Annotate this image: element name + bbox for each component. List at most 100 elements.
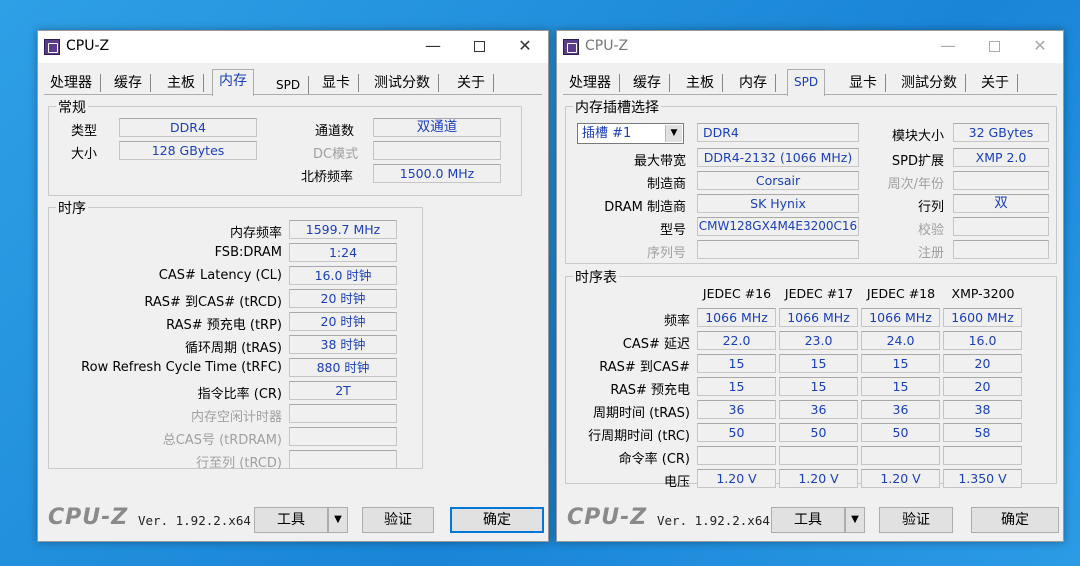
timing-cell: 23.0 (779, 331, 858, 350)
manufacturer-value: Corsair (697, 171, 859, 190)
tab-cpu[interactable]: 处理器 (44, 72, 101, 94)
timing-label: CAS# Latency (CL) (158, 268, 282, 283)
close-icon[interactable]: ✕ (1017, 31, 1063, 63)
tab-about[interactable]: 关于 (451, 72, 494, 94)
timing-cell: 20 (943, 354, 1022, 373)
cpuz-window-spd: CPU-Z — ✕ 处理器 缓存 主板 内存 SPD 显卡 测試分数 关于 内存… (556, 30, 1064, 542)
cpu-z-app-icon (44, 39, 60, 55)
serial-value (697, 240, 859, 259)
timing-cell: 1.350 V (943, 469, 1022, 488)
tab-bench[interactable]: 测试分数 (368, 72, 439, 94)
timing-cell: 1066 MHz (861, 308, 940, 327)
timing-cell (779, 446, 858, 465)
serial-label: 序列号 (646, 246, 686, 261)
timing-table-group: 时序表 JEDEC #16 JEDEC #17 JEDEC #18 XMP-3200 频… (565, 267, 1057, 490)
title-bar[interactable]: CPU-Z — ✕ (557, 31, 1063, 63)
timing-row-label: 周期时间 (tRAS) (592, 406, 690, 421)
general-group-title: 常规 (56, 97, 88, 117)
tools-button[interactable]: 工具 (771, 507, 845, 533)
bandwidth-label: 最大带宽 (633, 154, 686, 169)
maximize-icon[interactable] (456, 31, 502, 63)
timing-cell: 50 (779, 423, 858, 442)
version-text: Ver. 1.92.2.x64 (657, 513, 770, 528)
tab-about[interactable]: 关于 (975, 72, 1018, 94)
validate-button[interactable]: 验证 (362, 507, 434, 533)
timings-group: 时序 内存频率 1599.7 MHz FSB:DRAM 1:24 CAS# Latenc… (48, 198, 423, 471)
timing-row-label: 行周期时间 (tRC) (588, 429, 690, 444)
chevron-down-icon[interactable]: ▼ (845, 507, 865, 533)
week-year-value (953, 171, 1049, 190)
tab-bar: 处理器 缓存 主板 内存 SPD 显卡 测试分数 关于 (44, 69, 542, 96)
tab-cache[interactable]: 缓存 (627, 72, 670, 94)
timing-column-header: XMP-3200 (951, 286, 1015, 301)
slot-select[interactable]: 插槽 #1 ▼ (577, 123, 684, 144)
cpu-z-app-icon (563, 39, 579, 55)
chevron-down-icon[interactable]: ▼ (665, 125, 682, 142)
model-value: CMW128GX4M4E3200C16 (697, 217, 859, 236)
minimize-icon[interactable]: — (925, 31, 971, 63)
rank-value: 双 (953, 194, 1049, 213)
timing-row-label: 频率 (663, 314, 690, 329)
mem-type-value: DDR4 (697, 123, 859, 142)
timing-cell: 20 (943, 377, 1022, 396)
timing-value: 880 时钟 (289, 358, 397, 377)
timing-label: 行至列 (tRCD) (196, 456, 282, 471)
manufacturer-label: 制造商 (646, 177, 686, 192)
timing-cell (697, 446, 776, 465)
ok-button[interactable]: 确定 (971, 507, 1059, 533)
timing-label: FSB:DRAM (214, 245, 282, 260)
cpu-z-logo: CPU-Z (48, 505, 129, 530)
tab-cpu[interactable]: 处理器 (563, 72, 620, 94)
timing-row-label: RAS# 到CAS# (599, 360, 690, 375)
timing-value: 38 时钟 (289, 335, 397, 354)
size-value: 128 GBytes (119, 141, 257, 160)
tab-cache[interactable]: 缓存 (108, 72, 151, 94)
tab-mainboard[interactable]: 主板 (161, 72, 204, 94)
dc-mode-label: DC模式 (313, 147, 359, 162)
timing-label: 内存空闲计时器 (190, 410, 282, 425)
bottom-bar: CPU-Z Ver. 1.92.2.x64 工具 ▼ 验证 确定 (557, 501, 1063, 541)
tools-button[interactable]: 工具 (254, 507, 328, 533)
timing-cell: 15 (697, 377, 776, 396)
bandwidth-value: DDR4-2132 (1066 MHz) (697, 148, 859, 167)
tab-memory[interactable]: 内存 (212, 69, 254, 96)
bottom-bar: CPU-Z Ver. 1.92.2.x64 工具 ▼ 验证 确定 (38, 501, 548, 541)
slot-select-value: 插槽 #1 (582, 126, 632, 141)
timing-label: 总CAS号 (tRDRAM) (162, 433, 282, 448)
timing-cell: 15 (697, 354, 776, 373)
timing-cell (861, 446, 940, 465)
tab-bar: 处理器 缓存 主板 内存 SPD 显卡 测試分数 关于 (563, 69, 1057, 96)
spd-ext-label: SPD扩展 (891, 154, 944, 169)
timing-value: 1599.7 MHz (289, 220, 397, 239)
tab-spd[interactable]: SPD (270, 74, 310, 96)
timing-cell: 15 (861, 354, 940, 373)
timing-cell: 1600 MHz (943, 308, 1022, 327)
minimize-icon[interactable]: — (410, 31, 456, 63)
timing-label: Row Refresh Cycle Time (tRFC) (81, 360, 282, 375)
week-year-label: 周次/年份 (887, 177, 944, 192)
tab-memory[interactable]: 内存 (733, 72, 776, 94)
tab-spd[interactable]: SPD (787, 69, 826, 96)
timing-row-label: 命令率 (CR) (618, 452, 690, 467)
title-bar[interactable]: CPU-Z — ✕ (38, 31, 548, 63)
timing-value (289, 427, 397, 446)
tab-mainboard[interactable]: 主板 (680, 72, 723, 94)
timing-row-label: RAS# 预充电 (610, 383, 690, 398)
timing-cell: 22.0 (697, 331, 776, 350)
tab-bench[interactable]: 测試分数 (895, 72, 966, 94)
timing-label: 内存频率 (229, 226, 282, 241)
validate-button[interactable]: 验证 (879, 507, 953, 533)
timing-value: 1:24 (289, 243, 397, 262)
maximize-icon[interactable] (971, 31, 1017, 63)
timing-value: 2T (289, 381, 397, 400)
ok-button[interactable]: 确定 (450, 507, 544, 533)
timing-label: 循环周期 (tRAS) (184, 341, 282, 356)
type-label: 类型 (71, 124, 98, 139)
module-size-label: 模块大小 (891, 129, 944, 144)
tab-graphics[interactable]: 显卡 (316, 72, 359, 94)
close-icon[interactable]: ✕ (502, 31, 548, 63)
chevron-down-icon[interactable]: ▼ (328, 507, 348, 533)
tab-graphics[interactable]: 显卡 (843, 72, 886, 94)
timing-table-title: 时序表 (573, 267, 619, 287)
timing-cell: 36 (779, 400, 858, 419)
